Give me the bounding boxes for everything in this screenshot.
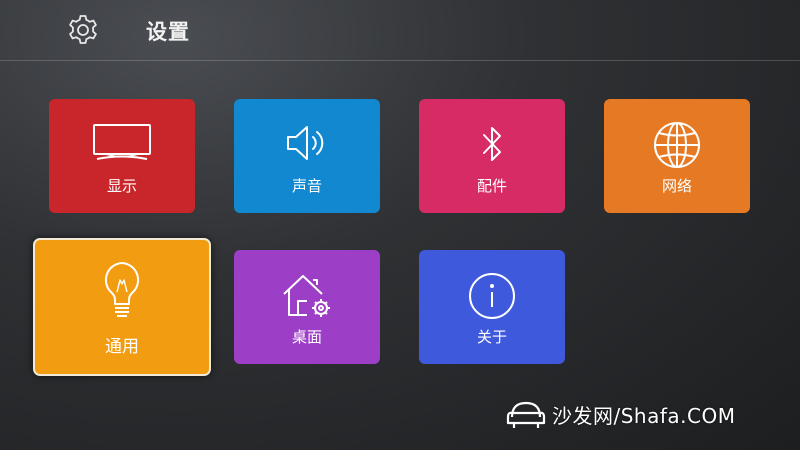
lightbulb-icon [104, 262, 140, 317]
tile-label: 桌面 [291, 328, 322, 346]
info-icon [469, 273, 515, 319]
tile-label: 配件 [476, 177, 507, 195]
header-bar: 设置 [0, 0, 800, 60]
header-divider [0, 60, 800, 61]
tile-general[interactable]: 通用 [33, 238, 211, 376]
tile-label: 关于 [476, 328, 507, 346]
tile-label: 通用 [105, 337, 139, 357]
speaker-icon [287, 126, 324, 160]
watermark-text: 沙发网/Shafa.COM [552, 403, 736, 428]
page-title: 设置 [146, 20, 190, 44]
tv-icon [93, 124, 151, 160]
tile-desktop[interactable]: 桌面 [234, 250, 380, 364]
tile-label: 网络 [661, 177, 692, 195]
home-settings-icon [283, 275, 330, 317]
tile-sound[interactable]: 声音 [234, 99, 380, 213]
tile-network[interactable]: 网络 [604, 99, 750, 213]
tile-label: 显示 [106, 177, 137, 195]
tile-label: 声音 [291, 177, 322, 195]
sofa-logo-icon [506, 401, 546, 428]
tile-about[interactable]: 关于 [419, 250, 565, 364]
watermark: 沙发网/Shafa.COM [506, 396, 735, 432]
bluetooth-icon [483, 127, 501, 161]
tile-accessories[interactable]: 配件 [419, 99, 565, 213]
globe-icon [654, 122, 700, 168]
gear-icon [69, 15, 97, 44]
tile-display[interactable]: 显示 [49, 99, 195, 213]
